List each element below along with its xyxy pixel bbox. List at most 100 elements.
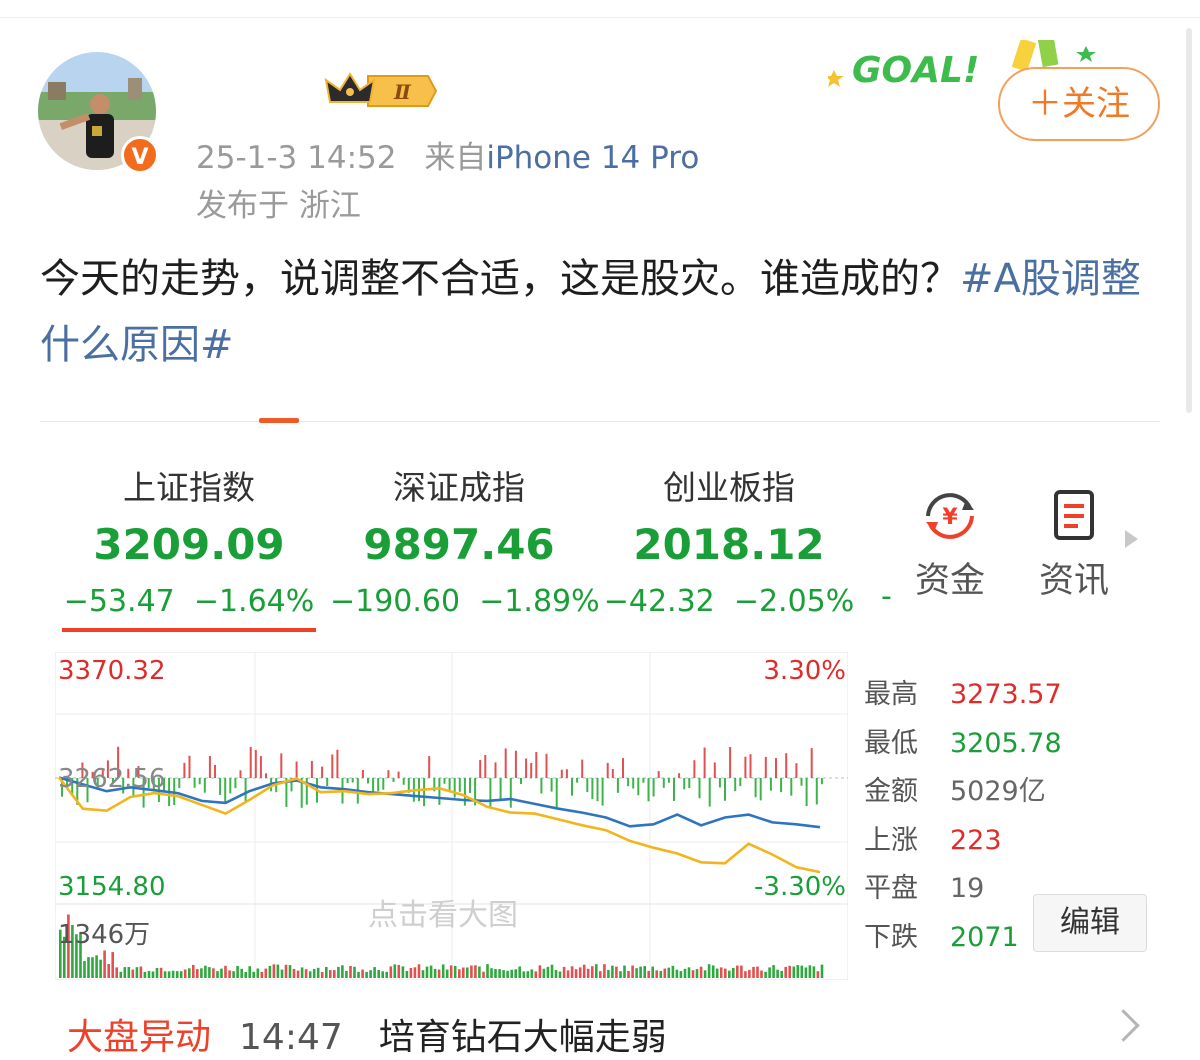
news-doc-icon [1024, 486, 1124, 546]
post-meta: 25-1-3 14:52 来自iPhone 14 Pro [196, 132, 699, 177]
flow-bar [453, 778, 456, 798]
volume-bar [353, 966, 356, 978]
flow-bar [550, 778, 553, 792]
volume-bar [212, 968, 215, 978]
volume-bar [240, 968, 243, 978]
volume-bar [393, 964, 397, 978]
volume-bar [804, 967, 808, 978]
volume-bar [740, 965, 743, 978]
flow-bar [229, 778, 232, 794]
flow-bar [683, 778, 686, 790]
flow-bar [377, 778, 380, 792]
volume-bar [405, 971, 409, 978]
index-change-pct: −2.05% [733, 584, 855, 619]
volume-bar [603, 964, 606, 978]
volume-bar [683, 968, 687, 978]
volume-bar [183, 969, 187, 978]
stat-label: 最高 [864, 679, 918, 710]
volume-bar [196, 969, 199, 978]
flow-bar [795, 763, 798, 778]
stat-value: 19 [950, 873, 985, 905]
flow-bar [259, 756, 262, 778]
flow-bar [336, 749, 339, 778]
flow-bar [596, 778, 599, 802]
flow-bar [611, 769, 614, 778]
flow-bar [280, 753, 283, 778]
volume-bar [429, 965, 433, 978]
post-source-device[interactable]: iPhone 14 Pro [486, 140, 699, 176]
scrollbar[interactable] [1186, 28, 1192, 413]
flow-bar [754, 778, 757, 798]
flow-bar [673, 778, 675, 801]
post-time: 25-1-3 14:52 [196, 140, 397, 176]
flow-bar [509, 778, 512, 808]
market-alert-row[interactable]: 大盘异动 14:47 培育钻石大幅走弱 [67, 1008, 667, 1060]
volume-bar [522, 971, 526, 978]
volume-bar [228, 970, 231, 978]
volume-bar [719, 967, 723, 978]
section-divider [40, 421, 1160, 422]
flow-bar [739, 778, 742, 787]
flow-bar [591, 778, 594, 800]
flow-bar [642, 778, 645, 783]
stat-value: 3205.78 [950, 727, 1062, 759]
flow-bar [234, 778, 237, 789]
volume-bar [123, 967, 127, 978]
source-prefix: 来自 [424, 140, 487, 176]
stat-label: 下跌 [864, 921, 918, 953]
volume-bar [325, 967, 328, 978]
edit-button[interactable]: 编辑 [1033, 894, 1147, 952]
flow-bar [469, 778, 471, 793]
volume-bar [510, 969, 513, 978]
flow-bar [545, 753, 548, 778]
verified-badge-icon: V [121, 136, 159, 174]
flow-bar [326, 778, 329, 786]
index-tab-cyb[interactable]: 创业板指 2018.12 −42.32 −2.05% [600, 460, 858, 630]
flow-bar [632, 778, 635, 789]
volume-bar [534, 971, 538, 978]
index-value: 9897.46 [363, 520, 555, 569]
volume-bar [591, 966, 594, 978]
index-tab-sz[interactable]: 深证成指 9897.46 −190.60 −1.89% [330, 460, 600, 630]
volume-bar [619, 971, 622, 978]
stat-low: 最低 3205.78 [864, 721, 1064, 770]
volume-bar [248, 966, 251, 978]
index-tab-sh[interactable]: 上证指数 3209.09 −53.47 −1.64% [60, 460, 318, 630]
flow-bar [178, 778, 181, 789]
flow-bar [581, 759, 584, 778]
volume-bar [458, 969, 461, 978]
volume-bar [595, 964, 598, 978]
flow-bar [764, 756, 767, 778]
follow-button[interactable]: ＋关注 [998, 67, 1160, 141]
flow-bar [484, 755, 487, 778]
expand-arrow-icon[interactable] [1125, 530, 1138, 548]
volume-bar [800, 965, 804, 978]
volume-bar [155, 968, 159, 978]
flow-bar [713, 762, 716, 778]
volume-bar [707, 964, 711, 978]
volume-bar [441, 964, 445, 978]
chevron-right-icon[interactable] [1107, 1009, 1140, 1042]
flow-bar [667, 778, 670, 783]
volume-bar [192, 964, 195, 978]
volume-bar [445, 969, 449, 978]
index-value: 3209.09 [93, 520, 285, 569]
flow-bar [423, 778, 426, 807]
volume-bar [792, 966, 796, 978]
volume-bar [111, 952, 114, 978]
volume-bar [95, 955, 98, 978]
volume-bar [220, 968, 223, 978]
alert-time: 14:47 [239, 1017, 343, 1058]
flow-bar [734, 778, 737, 792]
volume-bar [417, 964, 421, 978]
volume-bar [373, 967, 376, 978]
capital-flow-button[interactable]: ¥ 资金 [900, 486, 1000, 603]
post-body: 今天的走势，说调整不合适，这是股灾。谁造成的？ [40, 256, 960, 302]
flow-bar [525, 758, 528, 778]
volume-bar [691, 970, 695, 978]
news-button[interactable]: 资讯 [1024, 486, 1124, 603]
stat-label: 金额 [864, 776, 918, 808]
volume-bar [631, 965, 634, 978]
volume-bar [748, 969, 751, 978]
flow-bar [586, 778, 589, 793]
